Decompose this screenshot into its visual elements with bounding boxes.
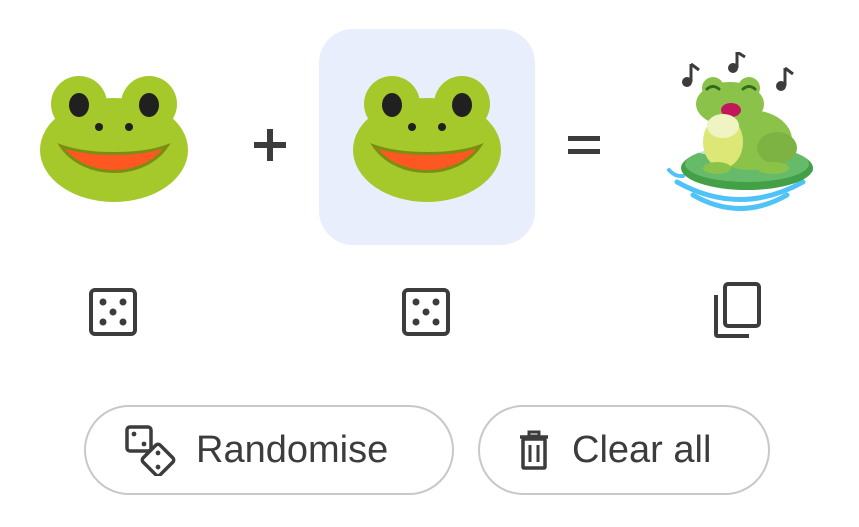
result-emoji-slot[interactable] [632, 29, 848, 245]
clear-all-label: Clear all [572, 428, 712, 471]
emoji-kitchen: Randomise Clear all [0, 0, 859, 527]
randomise-left-button[interactable] [86, 285, 140, 339]
clear-all-button[interactable]: Clear all [478, 405, 770, 495]
plus-operator [254, 129, 286, 161]
left-emoji-slot[interactable] [6, 29, 222, 245]
randomise-button[interactable]: Randomise [84, 405, 454, 495]
equals-operator [568, 136, 600, 154]
trash-icon [514, 424, 554, 476]
frog-face-icon [353, 76, 501, 202]
dice-icon [402, 288, 450, 336]
frog-face-icon [40, 76, 188, 202]
copy-result-button[interactable] [710, 282, 764, 338]
right-emoji-slot[interactable] [319, 29, 535, 245]
dice-pair-icon [124, 424, 176, 476]
singing-frog-on-lily-pad-icon [667, 52, 813, 211]
randomise-right-button[interactable] [399, 285, 453, 339]
copy-icon [714, 282, 761, 338]
dice-icon [89, 288, 137, 336]
randomise-label: Randomise [196, 428, 389, 471]
